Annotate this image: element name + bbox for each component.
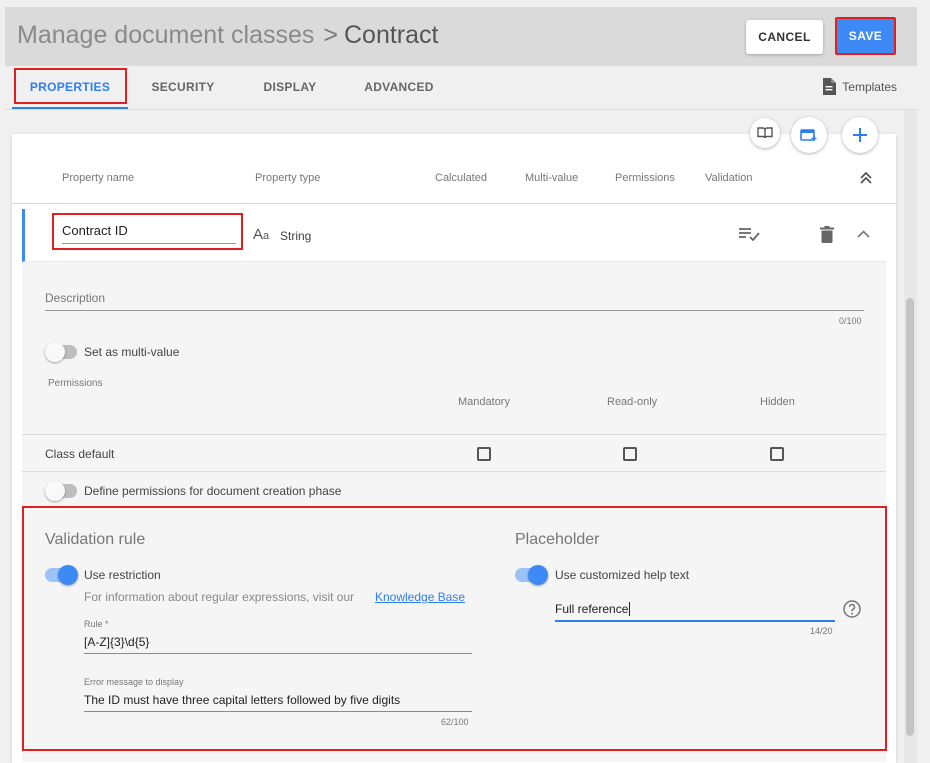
string-type-icon: Aa (253, 226, 270, 243)
description-underline (45, 310, 864, 311)
rule-underline (84, 653, 472, 654)
help-icon[interactable] (843, 600, 861, 618)
property-name-input[interactable]: Contract ID (62, 223, 128, 238)
description-field[interactable]: Description (45, 291, 105, 305)
mandatory-checkbox[interactable] (477, 447, 491, 461)
column-multi-value: Multi-value (525, 172, 579, 184)
placeholder-underline (555, 620, 835, 622)
error-message-label: Error message to display (84, 677, 184, 687)
description-counter: 0/100 (839, 316, 862, 326)
custom-help-toggle[interactable] (515, 565, 548, 585)
perm-divider-top (22, 434, 886, 435)
perm-divider-bottom (22, 471, 886, 472)
delete-icon[interactable] (820, 226, 834, 243)
property-name-underline (62, 243, 236, 244)
save-button[interactable]: SAVE (835, 17, 896, 55)
column-validation: Validation (705, 172, 753, 184)
plus-icon[interactable] (842, 117, 878, 153)
validation-rule-title: Validation rule (45, 531, 146, 548)
creation-phase-label: Define permissions for document creation… (84, 484, 342, 498)
placeholder-input[interactable]: Full reference​ (555, 602, 631, 616)
multi-value-toggle[interactable] (45, 342, 77, 362)
column-permissions: Permissions (615, 172, 675, 184)
tab-display[interactable]: DISPLAY (250, 66, 330, 109)
document-icon (822, 78, 837, 95)
text-cursor: ​ (629, 602, 631, 616)
tab-properties[interactable]: PROPERTIES (12, 66, 128, 109)
cancel-button[interactable]: CANCEL (746, 20, 823, 54)
placeholder-counter: 14/20 (810, 626, 833, 636)
class-default-label: Class default (45, 447, 115, 461)
column-property-type: Property type (255, 172, 321, 184)
breadcrumb-current: Contract (344, 21, 439, 49)
error-message-counter: 62/100 (441, 717, 469, 727)
page-title: Manage document classes > Contract (17, 21, 438, 50)
property-type-value: String (280, 229, 312, 243)
templates-button[interactable]: Templates (822, 78, 897, 95)
read-only-checkbox[interactable] (623, 447, 637, 461)
hidden-checkbox[interactable] (770, 447, 784, 461)
custom-help-label: Use customized help text (555, 568, 690, 582)
perm-col-hidden: Hidden (760, 396, 795, 408)
placeholder-input-text: Full reference (555, 602, 629, 616)
use-restriction-toggle[interactable] (45, 565, 78, 585)
property-details (22, 262, 886, 762)
column-calculated: Calculated (435, 172, 487, 184)
regex-info-text: For information about regular expression… (84, 590, 355, 604)
rule-label: Rule * (84, 619, 109, 629)
column-property-name: Property name (62, 172, 135, 184)
placeholder-title: Placeholder (515, 531, 600, 548)
perm-col-mandatory: Mandatory (458, 396, 510, 408)
error-message-input[interactable]: The ID must have three capital letters f… (84, 693, 400, 707)
templates-label: Templates (842, 79, 897, 94)
book-open-icon[interactable] (750, 118, 780, 148)
breadcrumb-separator: > (323, 21, 338, 49)
tab-security[interactable]: SECURITY (138, 66, 228, 109)
scrollbar-thumb[interactable] (906, 298, 914, 736)
multi-value-label: Set as multi-value (84, 345, 180, 359)
breadcrumb-manage-classes[interactable]: Manage document classes (17, 21, 314, 49)
validation-list-icon[interactable] (738, 227, 760, 241)
permissions-label: Permissions (48, 378, 103, 389)
perm-col-read-only: Read-only (607, 396, 658, 408)
rule-input[interactable]: [A-Z]{3}\d{5} (84, 635, 149, 649)
use-restriction-label: Use restriction (84, 568, 161, 582)
top-bar: Manage document classes > Contract CANCEL … (5, 7, 917, 66)
knowledge-base-link[interactable]: Knowledge Base (375, 590, 465, 604)
tab-bar: PROPERTIES SECURITY DISPLAY ADVANCED Tem… (5, 66, 917, 110)
header-divider (12, 203, 896, 204)
collapse-all-icon[interactable] (859, 171, 873, 185)
add-panel-icon[interactable] (791, 117, 827, 153)
tab-advanced[interactable]: ADVANCED (355, 66, 443, 109)
collapse-row-icon[interactable] (857, 230, 870, 239)
creation-phase-toggle[interactable] (45, 481, 77, 501)
error-message-underline (84, 711, 472, 712)
